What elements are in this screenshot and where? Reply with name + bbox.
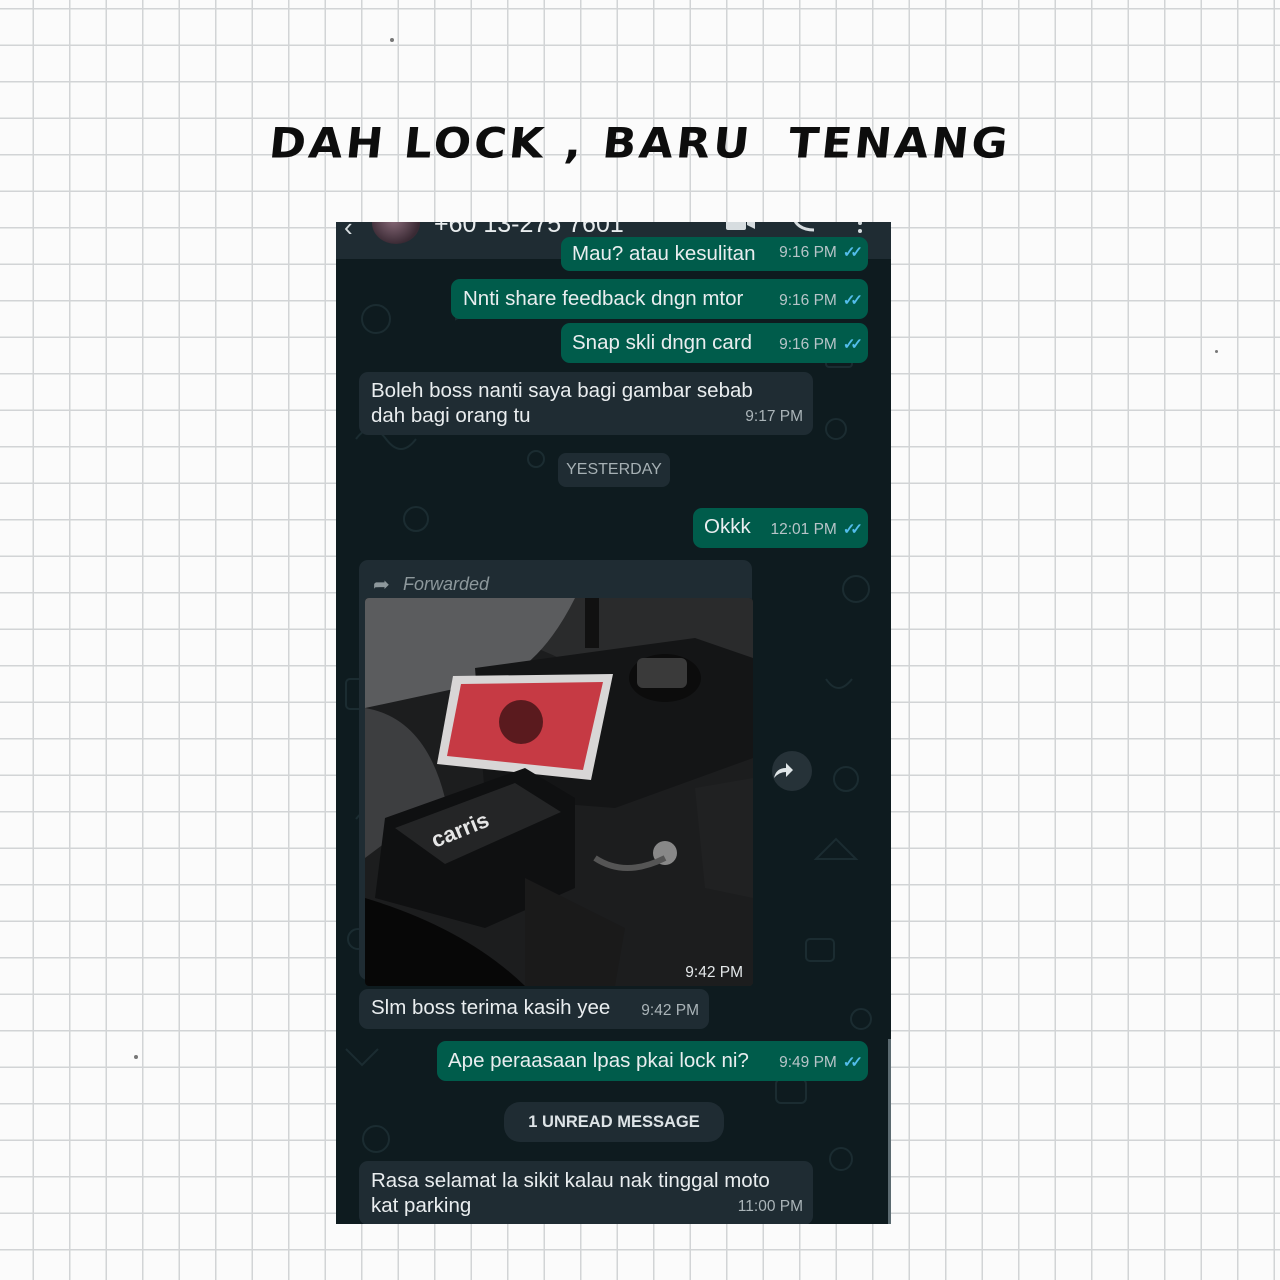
message-time: 9:42 PM — [641, 1002, 699, 1019]
message-time: 9:49 PM — [779, 1054, 837, 1071]
message-meta: 9:49 PM ✓✓ — [779, 1050, 863, 1075]
message-text: Mau? atau kesulitan — [572, 242, 756, 265]
forwarded-icon: ➦ — [373, 574, 390, 596]
double-tick-icon: ✓✓ — [842, 244, 863, 261]
double-tick-icon: ✓✓ — [842, 336, 863, 353]
message-incoming[interactable]: Slm boss terima kasih yee 9:42 PM — [359, 989, 709, 1029]
message-text: Rasa selamat la sikit kalau nak tinggal … — [371, 1169, 770, 1217]
message-meta: 9:16 PM ✓✓ — [779, 288, 863, 313]
scrollbar[interactable] — [888, 1039, 891, 1224]
share-arrow-icon — [774, 763, 793, 778]
message-text: Boleh boss nanti saya bagi gambar sebab … — [371, 379, 753, 427]
message-text: Okkk — [704, 515, 751, 538]
paper-speck — [134, 1055, 138, 1059]
forward-share-button[interactable] — [772, 751, 812, 791]
message-time: 9:42 PM — [685, 964, 743, 981]
message-text: Snap skli dngn card — [572, 331, 753, 354]
page-headline: DAH LOCK , BARU TENANG — [266, 119, 1014, 168]
forwarded-label: Forwarded — [403, 574, 490, 594]
photo-motorcycle-lock: carris — [365, 598, 753, 986]
voice-call-icon[interactable] — [792, 222, 818, 237]
message-time: 9:16 PM — [779, 292, 837, 309]
video-call-icon[interactable] — [726, 222, 756, 237]
message-outgoing[interactable]: Nnti share feedback dngn mtor 9:16 PM ✓✓ — [451, 279, 868, 319]
paper-speck — [390, 38, 394, 42]
chat-screenshot: ‹ +60 13-275 7601 Mau? atau kesulitan 9:… — [336, 222, 891, 1224]
message-outgoing[interactable]: Ape peraasaan lpas pkai lock ni? 9:49 PM… — [437, 1041, 868, 1081]
double-tick-icon: ✓✓ — [842, 292, 863, 309]
message-text: Slm boss terima kasih yee — [371, 996, 611, 1019]
avatar[interactable] — [372, 222, 420, 244]
message-meta: 9:16 PM ✓✓ — [779, 240, 863, 265]
paper-speck — [1215, 350, 1218, 353]
message-outgoing[interactable]: Okkk 12:01 PM ✓✓ — [693, 508, 868, 548]
message-incoming[interactable]: Boleh boss nanti saya bagi gambar sebab … — [359, 372, 813, 435]
attached-photo[interactable]: carris 9:42 PM — [365, 598, 753, 986]
message-meta: 12:01 PM ✓✓ — [770, 517, 864, 542]
message-time: 9:16 PM — [779, 244, 837, 261]
date-divider: YESTERDAY — [558, 453, 670, 487]
message-text: Nnti share feedback dngn mtor — [463, 287, 744, 310]
message-meta: 9:16 PM ✓✓ — [779, 332, 863, 357]
double-tick-icon: ✓✓ — [842, 1054, 863, 1071]
message-incoming[interactable]: Rasa selamat la sikit kalau nak tinggal … — [359, 1161, 813, 1224]
message-text: Ape peraasaan lpas pkai lock ni? — [448, 1049, 749, 1072]
message-time: 9:17 PM — [745, 408, 803, 425]
message-time: 11:00 PM — [737, 1198, 803, 1215]
message-outgoing[interactable]: Mau? atau kesulitan 9:16 PM ✓✓ — [561, 237, 868, 271]
message-time: 12:01 PM — [770, 521, 837, 538]
back-arrow-icon[interactable]: ‹ — [344, 222, 353, 243]
unread-divider: 1 UNREAD MESSAGE — [504, 1102, 724, 1142]
message-incoming-image[interactable]: ➦ Forwarded carris 9:42 PM — [359, 560, 753, 986]
message-time: 9:16 PM — [779, 336, 837, 353]
message-outgoing[interactable]: Snap skli dngn card 9:16 PM ✓✓ — [561, 323, 868, 363]
double-tick-icon: ✓✓ — [842, 521, 863, 538]
chat-wallpaper: Mau? atau kesulitan 9:16 PM ✓✓ Nnti share… — [336, 237, 891, 1224]
